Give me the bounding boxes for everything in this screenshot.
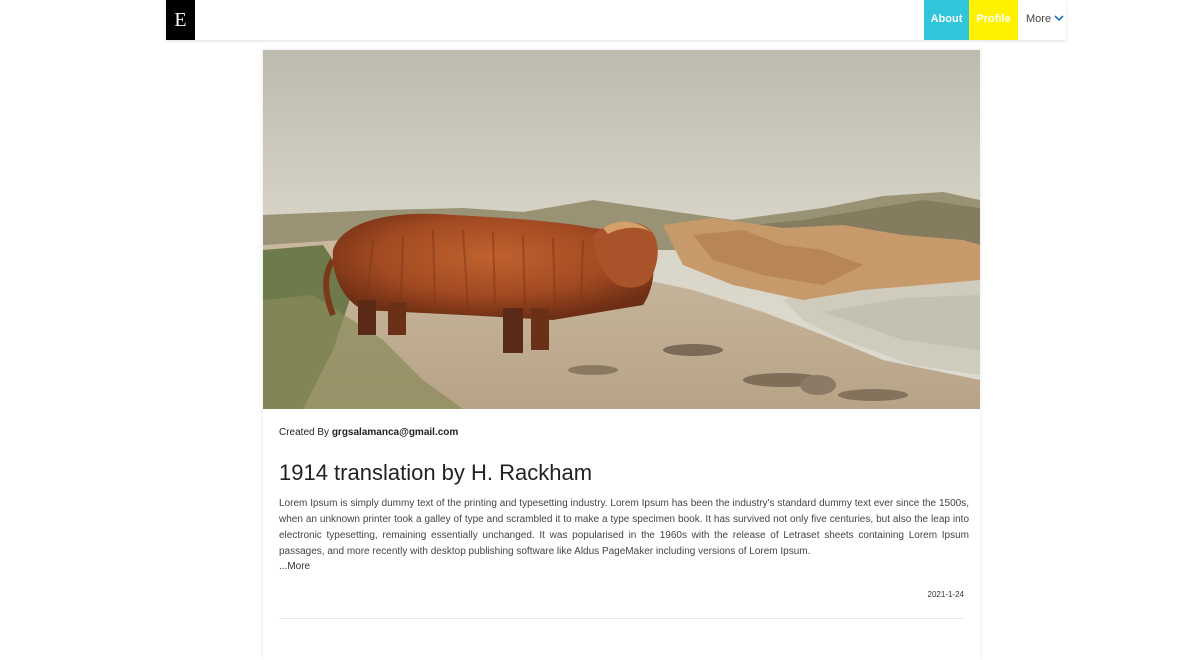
- post-excerpt: Lorem Ipsum is simply dummy text of the …: [279, 498, 969, 557]
- divider: [279, 618, 964, 619]
- nav-more-dropdown[interactable]: More: [1026, 0, 1070, 40]
- post-date: 2021-1-24: [927, 590, 964, 599]
- chevron-down-icon: [1054, 15, 1064, 21]
- read-more-link[interactable]: ...More: [279, 561, 310, 572]
- post-meta: Created By grgsalamanca@gmail.com: [279, 427, 458, 438]
- post-card: Created By grgsalamanca@gmail.com 1914 t…: [263, 50, 980, 660]
- post-author: grgsalamanca@gmail.com: [331, 427, 459, 438]
- created-by-label: Created By: [279, 427, 330, 438]
- top-navbar: E About Profile More: [166, 0, 1066, 40]
- nav-about-link[interactable]: About: [924, 0, 969, 40]
- nav-more-label: More: [1026, 13, 1052, 25]
- nav-profile-link[interactable]: Profile: [969, 0, 1018, 40]
- highland-cow-image: [263, 50, 980, 409]
- post-image: [263, 50, 980, 409]
- post-title[interactable]: 1914 translation by H. Rackham: [279, 460, 592, 486]
- site-logo[interactable]: E: [166, 0, 195, 40]
